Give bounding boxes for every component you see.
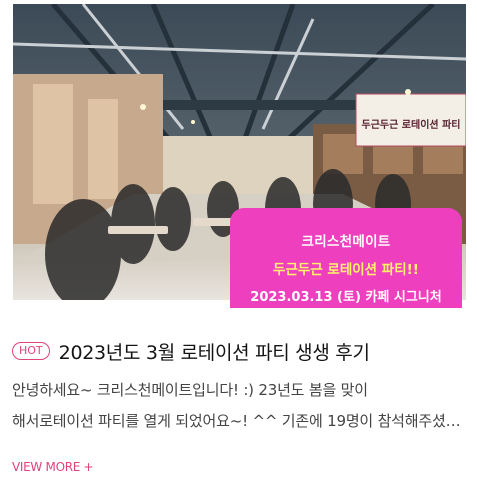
post-excerpt: 안녕하세요~ 크리스천메이트입니다! :) 23년도 봄을 맞이 해서로테이션 … [12, 375, 467, 437]
excerpt-line: 안녕하세요~ 크리스천메이트입니다! :) 23년도 봄을 맞이 [12, 381, 368, 399]
promo-event: 두근두근 로테이션 파티!! [273, 262, 419, 278]
post-title[interactable]: 2023년도 3월 로테이션 파티 생생 후기 [59, 338, 370, 365]
promo-brand: 크리스천메이트 [301, 234, 391, 250]
post-card[interactable]: 두근두근 로테이션 파티 크리스천메이트 두근두근 로테이션 파티!! 2023… [0, 0, 477, 495]
view-more-link[interactable]: VIEW MORE + [12, 460, 94, 474]
promo-overlay: 크리스천메이트 두근두근 로테이션 파티!! 2023.03.13 (토) 카페… [230, 208, 462, 308]
post-title-row[interactable]: HOT 2023년도 3월 로테이션 파티 생생 후기 [12, 334, 467, 368]
promo-date: 2023.03.13 (토) 카페 시그니처 [250, 290, 442, 305]
hot-badge: HOT [12, 342, 50, 360]
excerpt-line: 해서로테이션 파티를 열게 되었어요~! ^^ 기존에 19명이 참석해주셨는데… [12, 412, 467, 430]
banner-text: 두근두근 로테이션 파티 [362, 118, 461, 131]
